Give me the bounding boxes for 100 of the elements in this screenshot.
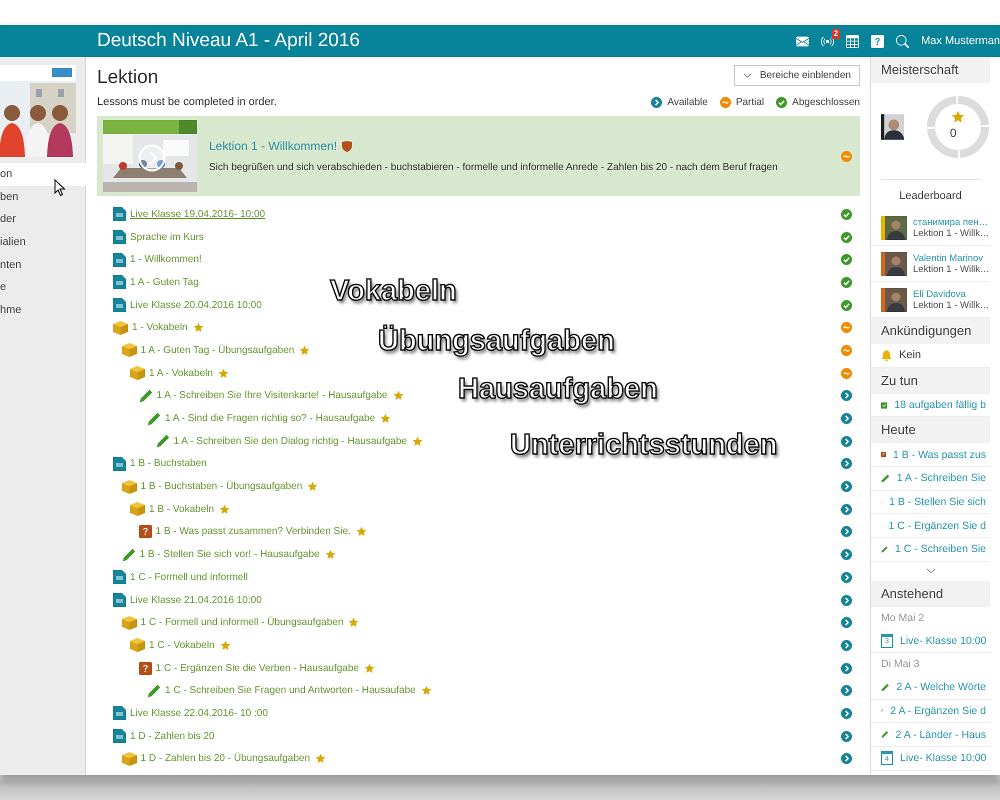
sidebar-item[interactable]: nten — [0, 254, 85, 276]
lesson-item-link[interactable]: 1 A - Guten Tag - Übungsaufgaben — [140, 344, 294, 356]
chevron-circle-icon — [841, 685, 852, 696]
lesson-item-link[interactable]: 1 A - Schreiben Sie den Dialog richtig - Hausaufgabe — [174, 436, 407, 447]
todo-link[interactable]: 18 aufgaben fällig b — [894, 399, 986, 412]
broadcast-icon[interactable] — [821, 34, 834, 48]
chevron-circle-icon — [841, 662, 852, 674]
chevron-circle-icon — [841, 617, 852, 628]
check-circle-icon — [841, 276, 852, 288]
chevron-circle-icon — [841, 504, 852, 515]
task-link[interactable]: 1 C - Ergänzen Sie d — [888, 520, 986, 532]
leader-name[interactable]: Valentin Marinov — [913, 252, 990, 264]
section-header: Meisterschaft — [871, 57, 990, 83]
lesson-item-link[interactable]: 1 C - Formell und informell - Übungsaufgaben — [140, 617, 344, 628]
chevron-circle-icon — [841, 594, 852, 606]
check-circle-icon — [841, 208, 852, 220]
chevron-circle-icon — [841, 549, 852, 560]
legend-label: Available — [667, 96, 708, 108]
tilde-circle-icon — [841, 344, 852, 356]
check-circle-icon — [841, 300, 852, 311]
bell-icon — [881, 350, 892, 361]
check-circle-icon — [841, 232, 852, 243]
leader-name[interactable]: станимира пен… — [913, 216, 990, 228]
sidebar-item[interactable]: der — [0, 208, 85, 232]
lesson-item-link[interactable]: Live Klasse 19.04.2016- 10:00 — [130, 208, 266, 220]
lesson-item-link[interactable]: 1 A - Guten Tag — [130, 276, 199, 288]
mastery-ring — [926, 95, 990, 159]
lesson-item-link[interactable]: Sprache im Kurs — [130, 232, 204, 243]
overlay-caption: Übungsaufgaben — [378, 325, 615, 358]
calendar-icon[interactable] — [846, 34, 860, 48]
task-link[interactable]: 1 A - Schreiben Sie — [896, 472, 986, 484]
task-link[interactable]: 1 B - Stellen Sie sich — [889, 496, 986, 508]
chevron-icon — [742, 71, 752, 80]
sidebar-item[interactable]: hme — [0, 299, 85, 322]
search-icon[interactable] — [896, 34, 910, 48]
course-title: Deutsch Niveau A1 - April 2016 — [97, 30, 361, 52]
cursor-icon — [54, 179, 66, 197]
shield-icon — [342, 140, 352, 152]
lesson-item-link[interactable]: 1 A - Vokabeln — [149, 368, 213, 379]
task-link[interactable]: 1 B - Was passt zus — [893, 448, 986, 461]
user-name[interactable]: Max Musterman — [921, 35, 1000, 47]
legend-label: Partial — [736, 96, 764, 108]
mail-icon[interactable] — [796, 34, 810, 48]
lesson-item-link[interactable]: 1 B - Buchstaben — [130, 458, 207, 470]
lesson-item-link[interactable]: 1 B - Buchstaben - Übungsaufgaben — [140, 481, 302, 492]
event-link[interactable]: Live- Klasse 10:00 — [900, 634, 986, 647]
chevron-circle-icon — [841, 526, 852, 538]
lesson-item-link[interactable]: 1 A - Sind die Fragen richtig so? - Hausaufgabe — [165, 413, 376, 424]
sidebar-item[interactable]: ben — [0, 186, 85, 208]
sidebar-item[interactable]: e — [0, 276, 85, 300]
tilde-circle-icon — [841, 150, 852, 162]
tilde-circle-icon — [841, 368, 852, 379]
lesson-item-link[interactable]: 1 A - Schreiben Sie Ihre Visitenkarte! - Hausaufgabe — [156, 390, 388, 402]
lesson-item-link[interactable]: 1 B - Stellen Sie sich vor! - Hausaufgabe — [140, 549, 320, 560]
lesson-item-link[interactable]: 1 D - Zahlen bis 20 - Übungsaufgaben — [140, 753, 310, 764]
legend-label: Abgeschlossen — [792, 96, 860, 108]
page-title: Lektion — [97, 67, 158, 89]
lesson-item-link[interactable]: 1 - Willkommen! — [130, 254, 202, 266]
lesson-item-link[interactable]: Live Klasse 21.04.2016 10:00 — [130, 594, 262, 606]
chevron-circle-icon — [841, 436, 852, 447]
play-icon[interactable] — [138, 144, 166, 172]
lesson-item-link[interactable]: 1 C - Schreiben Sie Fragen und Antworten - Hausaufabe — [165, 685, 416, 696]
event-link[interactable]: Live- Klasse 10:00 — [900, 752, 986, 764]
chevron-circle-icon — [651, 96, 662, 108]
lesson-item-link[interactable]: Live Klasse 20.04.2016 10:00 — [130, 300, 262, 311]
lesson-item-link[interactable]: Live Klasse 22.04.2016- 10 :00 — [130, 708, 268, 719]
show-sections-button[interactable]: Bereiche einblenden — [734, 65, 860, 86]
leader-name[interactable]: Eli Davidova — [913, 288, 990, 300]
section-header: Zu tun — [871, 368, 990, 394]
lesson-item-link[interactable]: 1 B - Was passt zusammen? Verbinden Sie. — [156, 526, 351, 538]
notification-badge: 2 — [832, 28, 840, 38]
sidebar-item[interactable]: ialien — [0, 231, 85, 254]
lesson-description: Sich begrüßen und sich verabschieden - buchstabieren - formelle und informelle Anrede - Zahlen bis 20 - nach dem Beruf fragen — [209, 162, 779, 173]
lesson-item-link[interactable]: 1 C - Vokabeln — [149, 640, 215, 651]
event-link[interactable]: 2 A - Ergänzen Sie d — [890, 704, 986, 717]
lesson-title[interactable]: Lektion 1 - Willkommen! — [209, 139, 338, 153]
event-link[interactable]: 2 A - Welche Wörte — [896, 681, 986, 694]
chevron-circle-icon — [841, 640, 852, 651]
overlay-caption: Hausaufgaben — [458, 373, 658, 406]
chevron-circle-icon — [841, 481, 852, 492]
chevron-circle-icon — [841, 708, 852, 719]
tilde-circle-icon — [841, 322, 852, 334]
leader-lesson: Lektion 1 - Willk… — [913, 300, 990, 310]
lesson-item-link[interactable]: 1 B - Vokabeln — [149, 504, 214, 515]
lesson-item-link[interactable]: 1 D - Zahlen bis 20 — [130, 730, 214, 742]
order-notice: Lessons must be completed in order. — [97, 96, 277, 108]
section-header: Anstehend — [871, 580, 990, 607]
event-link[interactable]: 2 A - Länder - Haus — [896, 728, 986, 741]
check-circle-icon — [841, 254, 852, 266]
task-link[interactable]: 1 C - Schreiben Sie — [894, 543, 986, 556]
lesson-item-link[interactable]: 1 - Vokabeln — [132, 322, 188, 334]
help-icon[interactable] — [871, 34, 884, 48]
star-icon — [951, 110, 966, 124]
chevron-circle-icon — [841, 458, 852, 470]
overlay-caption: Vokabeln — [330, 275, 457, 308]
lesson-card[interactable]: Lektion 1 - Willkommen! Sich begrüßen und sich verabschieden - buchstabieren - formelle und informelle Anrede - Zahlen bis 20 - nach dem Beruf fragen — [97, 116, 860, 196]
sidebar-item[interactable]: on — [0, 163, 86, 186]
section-header: Ankündigungen — [871, 318, 990, 344]
lesson-item-link[interactable]: 1 C - Formell und informell — [130, 572, 248, 583]
lesson-item-link[interactable]: 1 C - Ergänzen Sie die Verben - Hausaufgabe — [156, 662, 359, 674]
